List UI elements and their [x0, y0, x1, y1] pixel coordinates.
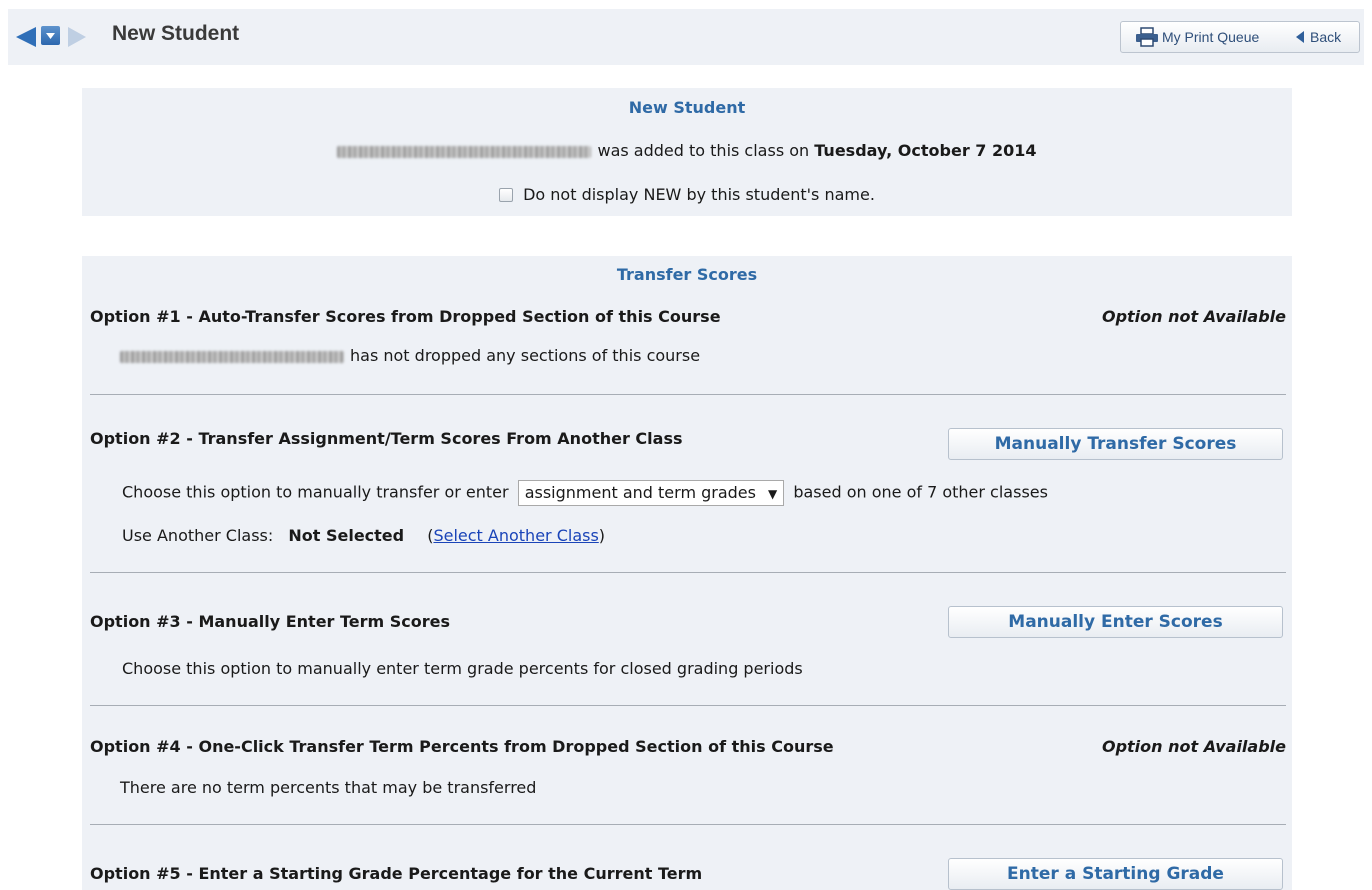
option1-status: Option not Available — [1101, 307, 1286, 326]
grade-type-select[interactable]: assignment and term grades ▼ — [517, 480, 785, 506]
divider — [90, 572, 1286, 573]
hide-new-row: Do not display NEW by this student's nam… — [82, 185, 1292, 204]
option4-status: Option not Available — [1101, 737, 1286, 756]
another-class-row: Use Another Class: Not Selected (Select … — [122, 526, 605, 545]
back-link[interactable]: Back — [1310, 29, 1341, 45]
nav-back-icon[interactable] — [12, 25, 38, 49]
added-date: Tuesday, October 7 2014 — [814, 141, 1037, 160]
transfer-scores-title: Transfer Scores — [616, 265, 758, 284]
paren-close: ) — [598, 526, 606, 545]
student-name-blurred — [337, 145, 592, 158]
back-arrow-icon[interactable] — [1295, 31, 1305, 43]
printer-icon[interactable] — [1134, 27, 1160, 47]
another-class-label: Use Another Class: — [122, 526, 274, 545]
option2-title: Option #2 - Transfer Assignment/Term Sco… — [90, 429, 683, 448]
enter-starting-grade-button[interactable]: Enter a Starting Grade — [948, 858, 1283, 890]
nav-forward-icon[interactable] — [66, 25, 88, 49]
option1-title: Option #1 - Auto-Transfer Scores from Dr… — [90, 307, 721, 326]
divider — [90, 705, 1286, 706]
manually-enter-scores-button[interactable]: Manually Enter Scores — [948, 606, 1283, 638]
option2-desc-after: based on one of 7 other classes — [793, 482, 1048, 502]
new-student-title: New Student — [628, 98, 746, 117]
top-bar: New Student My Print Queue Back — [8, 9, 1364, 65]
option4-title: Option #4 - One-Click Transfer Term Perc… — [90, 737, 834, 756]
nav-menu-icon[interactable] — [41, 26, 60, 45]
chevron-down-icon: ▼ — [767, 487, 778, 501]
page-title: New Student — [112, 22, 240, 45]
added-line: was added to this class on Tuesday, Octo… — [82, 141, 1292, 160]
hide-new-checkbox[interactable] — [499, 188, 514, 202]
hide-new-label: Do not display NEW by this student's nam… — [523, 185, 875, 204]
select-another-class-link[interactable]: Select Another Class — [433, 526, 598, 545]
option1-desc-row: has not dropped any sections of this cou… — [120, 346, 700, 365]
option2-desc-row: Choose this option to manually transfer … — [122, 480, 1048, 506]
divider — [90, 824, 1286, 825]
another-class-value: Not Selected — [288, 526, 405, 545]
manually-transfer-scores-button[interactable]: Manually Transfer Scores — [948, 428, 1283, 460]
transfer-scores-panel: Transfer Scores Option #1 - Auto-Transfe… — [82, 256, 1292, 890]
added-text: was added to this class on — [597, 141, 810, 160]
print-queue-back-toolbar: My Print Queue Back — [1120, 21, 1360, 53]
option3-desc: Choose this option to manually enter ter… — [122, 659, 803, 678]
option5-title: Option #5 - Enter a Starting Grade Perce… — [90, 864, 703, 883]
new-student-panel: New Student was added to this class on T… — [82, 88, 1292, 216]
option1-desc: has not dropped any sections of this cou… — [350, 346, 701, 365]
divider — [90, 394, 1286, 395]
student-name-blurred — [120, 350, 344, 363]
print-queue-link[interactable]: My Print Queue — [1162, 29, 1259, 45]
option4-desc: There are no term percents that may be t… — [120, 778, 537, 797]
option2-desc-before: Choose this option to manually transfer … — [122, 482, 509, 502]
option3-title: Option #3 - Manually Enter Term Scores — [90, 612, 451, 631]
